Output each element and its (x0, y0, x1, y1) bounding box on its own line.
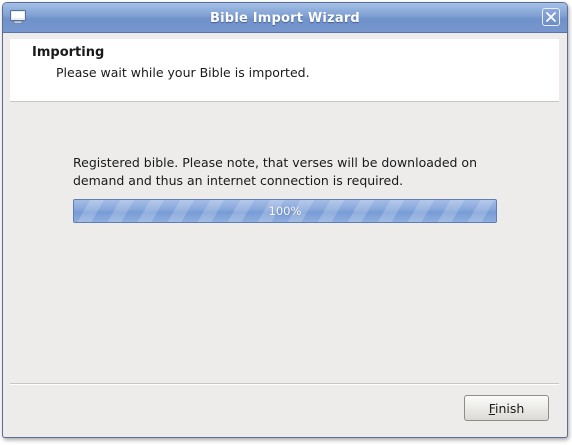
window-title: Bible Import Wizard (210, 11, 360, 26)
import-progress-bar: 100% (73, 199, 497, 223)
close-icon (546, 12, 556, 22)
close-button[interactable] (542, 8, 560, 26)
footer-divider (10, 383, 559, 385)
title-bar[interactable]: Bible Import Wizard (3, 3, 567, 33)
page-subtitle: Please wait while your Bible is imported… (56, 65, 310, 80)
finish-button[interactable]: Finish (464, 395, 549, 421)
wizard-window: Bible Import Wizard Importing Please wai… (2, 2, 568, 438)
page-title: Importing (32, 45, 105, 60)
progress-label: 100% (268, 204, 302, 218)
finish-label: inish (494, 400, 525, 416)
status-message: Registered bible. Please note, that vers… (73, 155, 477, 188)
wizard-page-header: Importing Please wait while your Bible i… (10, 39, 559, 102)
